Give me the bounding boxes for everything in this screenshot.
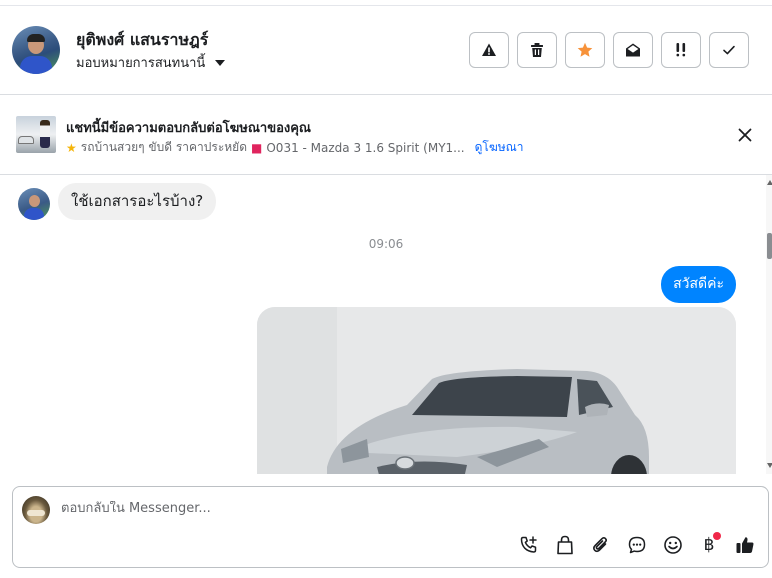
star-button[interactable] [565,32,605,68]
emoji-button[interactable] [662,534,684,556]
outgoing-message[interactable]: สวัสดีค่ะ [661,266,736,303]
ad-text-part2: O031 - Mazda 3 1.6 Spirit (MY1... [266,140,465,155]
ad-banner-title: แชทนี้มีข้อความตอบกลับต่อโฆษณาของคุณ [66,121,311,136]
attach-file-button[interactable] [590,534,612,556]
envelope-open-icon [626,43,640,57]
scroll-up-arrow-icon[interactable] [767,180,772,185]
ad-reply-banner: แชทนี้มีข้อความตอบกลับต่อโฆษณาของคุณ ★ ร… [0,95,772,175]
warning-triangle-icon [482,43,496,56]
chat-bubble-icon [628,536,646,554]
thumbs-up-icon [736,537,754,553]
checkmark-icon [723,45,735,55]
scroll-down-arrow-icon[interactable] [767,463,772,468]
contact-avatar[interactable] [12,26,60,74]
thumbs-up-button[interactable] [734,534,756,556]
sender-avatar[interactable] [18,188,50,220]
scrollbar-thumb[interactable] [767,233,772,259]
shopping-bag-icon [557,535,573,555]
mark-unread-button[interactable] [613,32,653,68]
view-ad-link[interactable]: ดูโฆษณา [475,138,524,157]
star-icon [577,42,593,57]
conversation-header: ยุติพงศ์ แสนราษฎร์ มอบหมายการสนทนานี้ [0,6,772,95]
message-thread[interactable]: ใช้เอกสารอะไรบ้าง? 09:06 สวัสดีค่ะ [0,175,766,474]
assign-conversation-dropdown[interactable]: มอบหมายการสนทนานี้ [76,52,226,73]
ad-description: ★ รถบ้านสวยๆ ขับดี ราคาประหยัด ■ O031 - … [66,138,524,157]
incoming-message[interactable]: ใช้เอกสารอะไรบ้าง? [58,183,217,220]
follow-up-button[interactable] [661,32,701,68]
reply-composer: ฿ [12,486,769,568]
composer-tools: ฿ [518,532,756,556]
ad-thumbnail[interactable] [16,116,56,153]
car-photo-attachment[interactable] [257,307,736,474]
saved-replies-button[interactable] [626,534,648,556]
page-avatar [22,496,50,524]
contact-name[interactable]: ยุติพงศ์ แสนราษฎร์ [76,28,208,53]
notification-dot [713,532,721,540]
caret-down-icon [215,59,226,66]
mark-done-button[interactable] [709,32,749,68]
car-emoji-icon: ■ [251,140,263,155]
assign-label: มอบหมายการสนทนานี้ [76,56,206,71]
message-scrollbar[interactable] [766,175,772,474]
payment-button[interactable]: ฿ [698,532,721,556]
delete-button[interactable] [517,32,557,68]
close-icon[interactable] [736,126,754,144]
header-actions [469,32,749,68]
double-exclamation-icon [676,43,686,57]
shop-button[interactable] [554,534,576,556]
mark-spam-button[interactable] [469,32,509,68]
add-call-icon [520,536,537,553]
star-emoji-icon: ★ [66,140,77,155]
message-timestamp: 09:06 [368,237,404,251]
add-call-button[interactable] [518,534,540,556]
reply-input[interactable] [61,501,751,516]
trash-icon [531,43,543,57]
ad-text-part1: รถบ้านสวยๆ ขับดี ราคาประหยัด [80,140,248,154]
paperclip-icon [593,537,607,553]
emoji-icon [664,536,682,554]
